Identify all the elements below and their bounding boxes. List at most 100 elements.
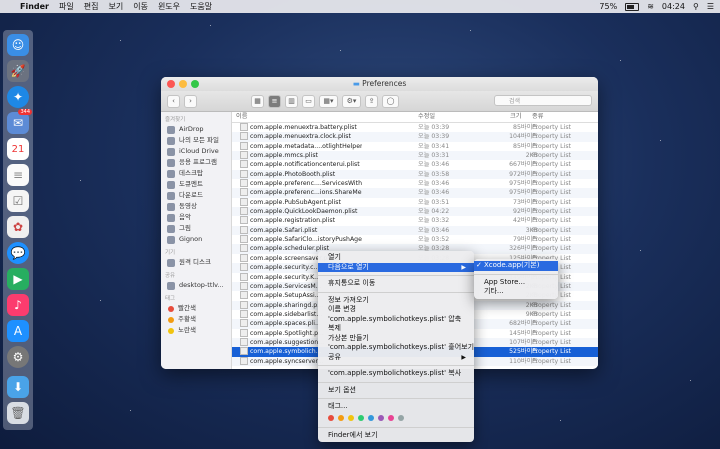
sidebar-item-documents[interactable]: 도큐멘트 bbox=[161, 179, 231, 190]
file-row[interactable]: com.apple.registration.plist 오늘 03:32 42바이… bbox=[232, 216, 598, 225]
sidebar-item-desktop[interactable]: 데스크탑 bbox=[161, 168, 231, 179]
file-row[interactable]: com.apple.preferenc...ions.ShareMenu.pli… bbox=[232, 188, 598, 198]
menu-file[interactable]: 파일 bbox=[59, 1, 74, 12]
music-icon[interactable]: ♪ bbox=[7, 294, 29, 316]
close-button[interactable] bbox=[167, 80, 175, 88]
reminders-icon[interactable]: ☑ bbox=[7, 190, 29, 212]
submenu-item-other[interactable]: 기타... bbox=[474, 287, 558, 297]
sidebar-item-shared-computer[interactable]: desktop-ttlv... bbox=[161, 280, 231, 291]
context-menu-item[interactable]: 'com.apple.symbolichotkeys.plist' 압축 bbox=[318, 315, 474, 325]
file-row[interactable]: com.apple.PubSubAgent.plist 오늘 03:51 73바이트… bbox=[232, 197, 598, 207]
context-menu-item[interactable]: 'com.apple.symbolichotkeys.plist' 훑어보기 bbox=[318, 343, 474, 353]
file-row[interactable]: com.apple.notificationcenterui.plist 오늘 0… bbox=[232, 160, 598, 169]
arrange-button[interactable]: ▦▾ bbox=[319, 94, 338, 108]
notes-icon[interactable]: ≡ bbox=[7, 164, 29, 186]
context-menu-item[interactable]: 'com.apple.symbolichotkeys.plist' 복사 bbox=[318, 369, 474, 379]
sidebar-tag-orange[interactable]: 주황색 bbox=[161, 314, 231, 325]
mail-icon[interactable]: ✉ 344 bbox=[7, 109, 32, 134]
tag-button[interactable]: ◯ bbox=[382, 94, 399, 108]
file-row[interactable]: com.apple.metadata....otlightHelper.plis… bbox=[232, 141, 598, 151]
file-size: 107바이트 bbox=[509, 338, 538, 346]
tag-color-dot[interactable] bbox=[358, 414, 364, 421]
tag-color-dot[interactable] bbox=[338, 414, 344, 421]
context-menu-item[interactable]: 복제 bbox=[318, 324, 474, 334]
forward-button[interactable]: › bbox=[184, 94, 197, 108]
tag-color-dot[interactable] bbox=[378, 414, 384, 421]
menu-window[interactable]: 윈도우 bbox=[158, 1, 180, 12]
context-menu-item[interactable]: 태그... bbox=[318, 402, 474, 412]
system-preferences-icon[interactable]: ⚙ bbox=[7, 346, 29, 368]
menu-help[interactable]: 도움말 bbox=[190, 1, 212, 12]
context-menu-item[interactable]: 이름 변경 bbox=[318, 305, 474, 315]
messages-icon[interactable]: 💬 bbox=[7, 242, 29, 264]
column-header-size[interactable]: 크기 bbox=[510, 112, 521, 122]
sidebar-item-home[interactable]: Gignon bbox=[161, 234, 231, 245]
app-store-icon[interactable]: A bbox=[7, 320, 29, 342]
submenu-item-xcode[interactable]: ✓ Xcode.app(기본) bbox=[474, 261, 558, 271]
search-input[interactable]: 검색 bbox=[494, 95, 592, 106]
context-menu-item[interactable]: 휴지통으로 이동 bbox=[318, 279, 474, 289]
file-row[interactable]: com.apple.menuextra.clock.plist 오늘 03:39 1… bbox=[232, 132, 598, 142]
calendar-icon[interactable]: 21 bbox=[7, 138, 29, 160]
column-header-kind[interactable]: 종류 bbox=[532, 112, 543, 122]
menu-go[interactable]: 이동 bbox=[133, 1, 148, 12]
tag-color-dot[interactable] bbox=[398, 414, 404, 421]
tag-color-dot[interactable] bbox=[348, 414, 354, 421]
sidebar-item-all-my-files[interactable]: 나의 모든 파일 bbox=[161, 135, 231, 146]
tag-color-dot[interactable] bbox=[328, 414, 334, 421]
menu-edit[interactable]: 편집 bbox=[84, 1, 99, 12]
context-menu-item[interactable]: 보기 옵션 bbox=[318, 386, 474, 396]
sidebar-item-applications[interactable]: 응용 프로그램 bbox=[161, 157, 231, 168]
wifi-icon[interactable]: ≋ bbox=[647, 2, 654, 11]
file-row[interactable]: com.apple.mmcs.plist 오늘 03:31 2KB Property … bbox=[232, 151, 598, 161]
list-view-button[interactable]: ≡ bbox=[268, 94, 281, 108]
sidebar-item-music[interactable]: 음악 bbox=[161, 212, 231, 223]
context-menu-item[interactable]: 공유 ▶ bbox=[318, 353, 474, 363]
downloads-folder-icon[interactable]: ⬇ bbox=[7, 376, 29, 398]
file-row[interactable]: com.apple.Safari.plist 오늘 03:46 3KB Propert… bbox=[232, 225, 598, 236]
sidebar-tag-yellow[interactable]: 노란색 bbox=[161, 325, 231, 336]
battery-icon[interactable] bbox=[625, 2, 640, 11]
safari-icon[interactable]: ✦ bbox=[7, 86, 29, 108]
sidebar-tag-red[interactable]: 빨간색 bbox=[161, 303, 231, 314]
share-button[interactable]: ⇪ bbox=[365, 94, 378, 108]
spotlight-icon[interactable]: ⚲ bbox=[693, 2, 699, 11]
context-menu-item[interactable]: 다음으로 열기 ▶ bbox=[318, 262, 474, 272]
column-header-date[interactable]: 수정일 bbox=[418, 112, 435, 122]
zoom-button[interactable] bbox=[191, 80, 199, 88]
photos-icon[interactable]: ✿ bbox=[7, 216, 29, 238]
file-row[interactable]: com.apple.QuickLookDaemon.plist 오늘 04:22 9… bbox=[232, 207, 598, 217]
sidebar-item-movies[interactable]: 동영상 bbox=[161, 201, 231, 212]
submenu-item-app-store[interactable]: App Store... bbox=[474, 278, 558, 288]
notification-center-icon[interactable]: ☰ bbox=[707, 2, 714, 11]
back-button[interactable]: ‹ bbox=[167, 94, 180, 108]
file-row[interactable]: com.apple.menuextra.battery.plist 오늘 03:3… bbox=[232, 123, 598, 132]
tag-color-dot[interactable] bbox=[368, 414, 374, 421]
trash-icon[interactable]: 🗑 bbox=[7, 402, 29, 424]
icon-view-button[interactable]: ▦ bbox=[251, 94, 264, 108]
minimize-button[interactable] bbox=[179, 80, 187, 88]
sidebar-item-airdrop[interactable]: AirDrop bbox=[161, 124, 231, 135]
sidebar-item-pictures[interactable]: 그림 bbox=[161, 223, 231, 234]
launchpad-icon[interactable]: 🚀 bbox=[7, 60, 29, 82]
menu-view[interactable]: 보기 bbox=[108, 1, 123, 12]
sidebar-item-remote-disc[interactable]: 원격 디스크 bbox=[161, 257, 231, 268]
finder-icon[interactable]: ☺ bbox=[7, 34, 29, 56]
menu-app-finder[interactable]: Finder bbox=[20, 2, 49, 11]
column-view-button[interactable]: ▥ bbox=[285, 94, 298, 108]
facetime-icon[interactable]: ▶ bbox=[7, 268, 29, 290]
coverflow-view-button[interactable]: ▭ bbox=[302, 94, 315, 108]
tag-color-dot[interactable] bbox=[388, 414, 394, 421]
context-menu-item[interactable]: 가상본 만들기 bbox=[318, 334, 474, 344]
context-menu-item[interactable]: Finder에서 보기 bbox=[318, 431, 474, 441]
file-row[interactable]: com.apple.PhotoBooth.plist 오늘 03:58 972바이트… bbox=[232, 169, 598, 180]
context-menu-item[interactable]: 열기 bbox=[318, 253, 474, 263]
file-row[interactable]: com.apple.SafariClo...istoryPushAgent.pl… bbox=[232, 235, 598, 244]
menubar-clock[interactable]: 04:24 bbox=[662, 2, 685, 11]
column-header-name[interactable]: 이름 bbox=[236, 112, 247, 122]
sidebar-item-downloads[interactable]: 다운로드 bbox=[161, 190, 231, 201]
action-gear-button[interactable]: ⚙▾ bbox=[342, 94, 361, 108]
context-menu-item[interactable]: 정보 가져오기 bbox=[318, 296, 474, 306]
sidebar-item-icloud-drive[interactable]: iCloud Drive bbox=[161, 146, 231, 157]
file-row[interactable]: com.apple.preferenc....ServicesWithui.pl… bbox=[232, 179, 598, 188]
